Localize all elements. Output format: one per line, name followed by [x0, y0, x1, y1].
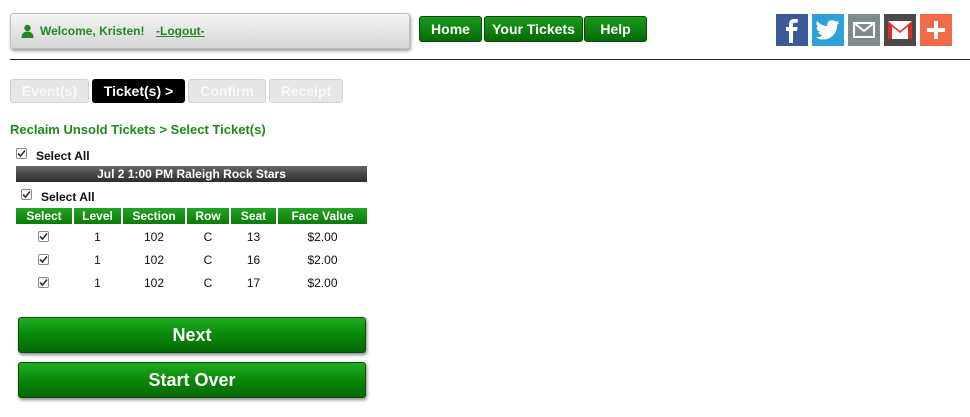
gmail-share-button[interactable] [884, 14, 916, 46]
step-tickets[interactable]: Ticket(s) > [92, 79, 185, 103]
ticket-row: C [203, 253, 213, 267]
header-divider [10, 59, 970, 60]
step-confirm[interactable]: Confirm [188, 79, 266, 103]
facebook-share-button[interactable] [776, 14, 808, 46]
event-header: Jul 2 1:00 PM Raleigh Rock Stars [16, 166, 367, 182]
step-receipt[interactable]: Receipt [269, 79, 343, 103]
facebook-icon [786, 19, 798, 43]
select-all-checkbox[interactable] [16, 148, 27, 159]
ticket-seat: 13 [246, 230, 261, 244]
ticket-level: 1 [94, 253, 101, 267]
user-icon [21, 24, 34, 38]
column-header-select: Select [16, 208, 72, 224]
your-tickets-button[interactable]: Your Tickets [484, 16, 583, 42]
ticket-face-value: $2.00 [307, 230, 338, 244]
ticket-section: 102 [143, 230, 165, 244]
column-header-seat: Seat [231, 208, 276, 224]
checkmark-icon [39, 255, 48, 264]
ticket-level: 1 [94, 276, 101, 290]
checkmark-icon [22, 190, 31, 199]
ticket-select-checkbox[interactable] [38, 254, 49, 265]
ticket-level: 1 [94, 230, 101, 244]
share-plus-button[interactable] [920, 14, 952, 46]
ticket-row: C [203, 276, 213, 290]
ticket-select-checkbox[interactable] [38, 231, 49, 242]
ticket-section: 102 [143, 276, 165, 290]
help-button[interactable]: Help [584, 16, 647, 42]
gmail-icon [888, 21, 912, 39]
select-all-label: Select All [36, 149, 90, 163]
email-icon [853, 22, 875, 38]
column-header-row: Row [187, 208, 229, 224]
ticket-seat: 17 [246, 276, 261, 290]
ticket-select-checkbox[interactable] [38, 277, 49, 288]
share-plus-icon [927, 21, 945, 39]
checkmark-icon [39, 278, 48, 287]
event-select-all-label: Select All [41, 190, 95, 204]
column-header-face-value: Face Value [278, 208, 367, 224]
twitter-share-button[interactable] [812, 14, 844, 46]
home-button[interactable]: Home [419, 16, 482, 42]
ticket-face-value: $2.00 [307, 253, 338, 267]
ticket-section: 102 [143, 253, 165, 267]
column-header-level: Level [74, 208, 121, 224]
ticket-seat: 16 [246, 253, 261, 267]
twitter-icon [816, 20, 840, 40]
email-share-button[interactable] [848, 14, 880, 46]
ticket-face-value: $2.00 [307, 276, 338, 290]
event-select-all-checkbox[interactable] [21, 189, 32, 200]
welcome-text: Welcome, Kristen! [40, 24, 145, 38]
step-events[interactable]: Event(s) [10, 79, 89, 103]
column-header-section: Section [123, 208, 185, 224]
logout-link[interactable]: -Logout- [156, 24, 205, 38]
page-title: Reclaim Unsold Tickets > Select Ticket(s… [10, 122, 266, 137]
next-button[interactable]: Next [18, 317, 366, 353]
checkmark-icon [39, 232, 48, 241]
checkmark-icon [17, 149, 26, 158]
start-over-button[interactable]: Start Over [18, 362, 366, 398]
ticket-row: C [203, 230, 213, 244]
